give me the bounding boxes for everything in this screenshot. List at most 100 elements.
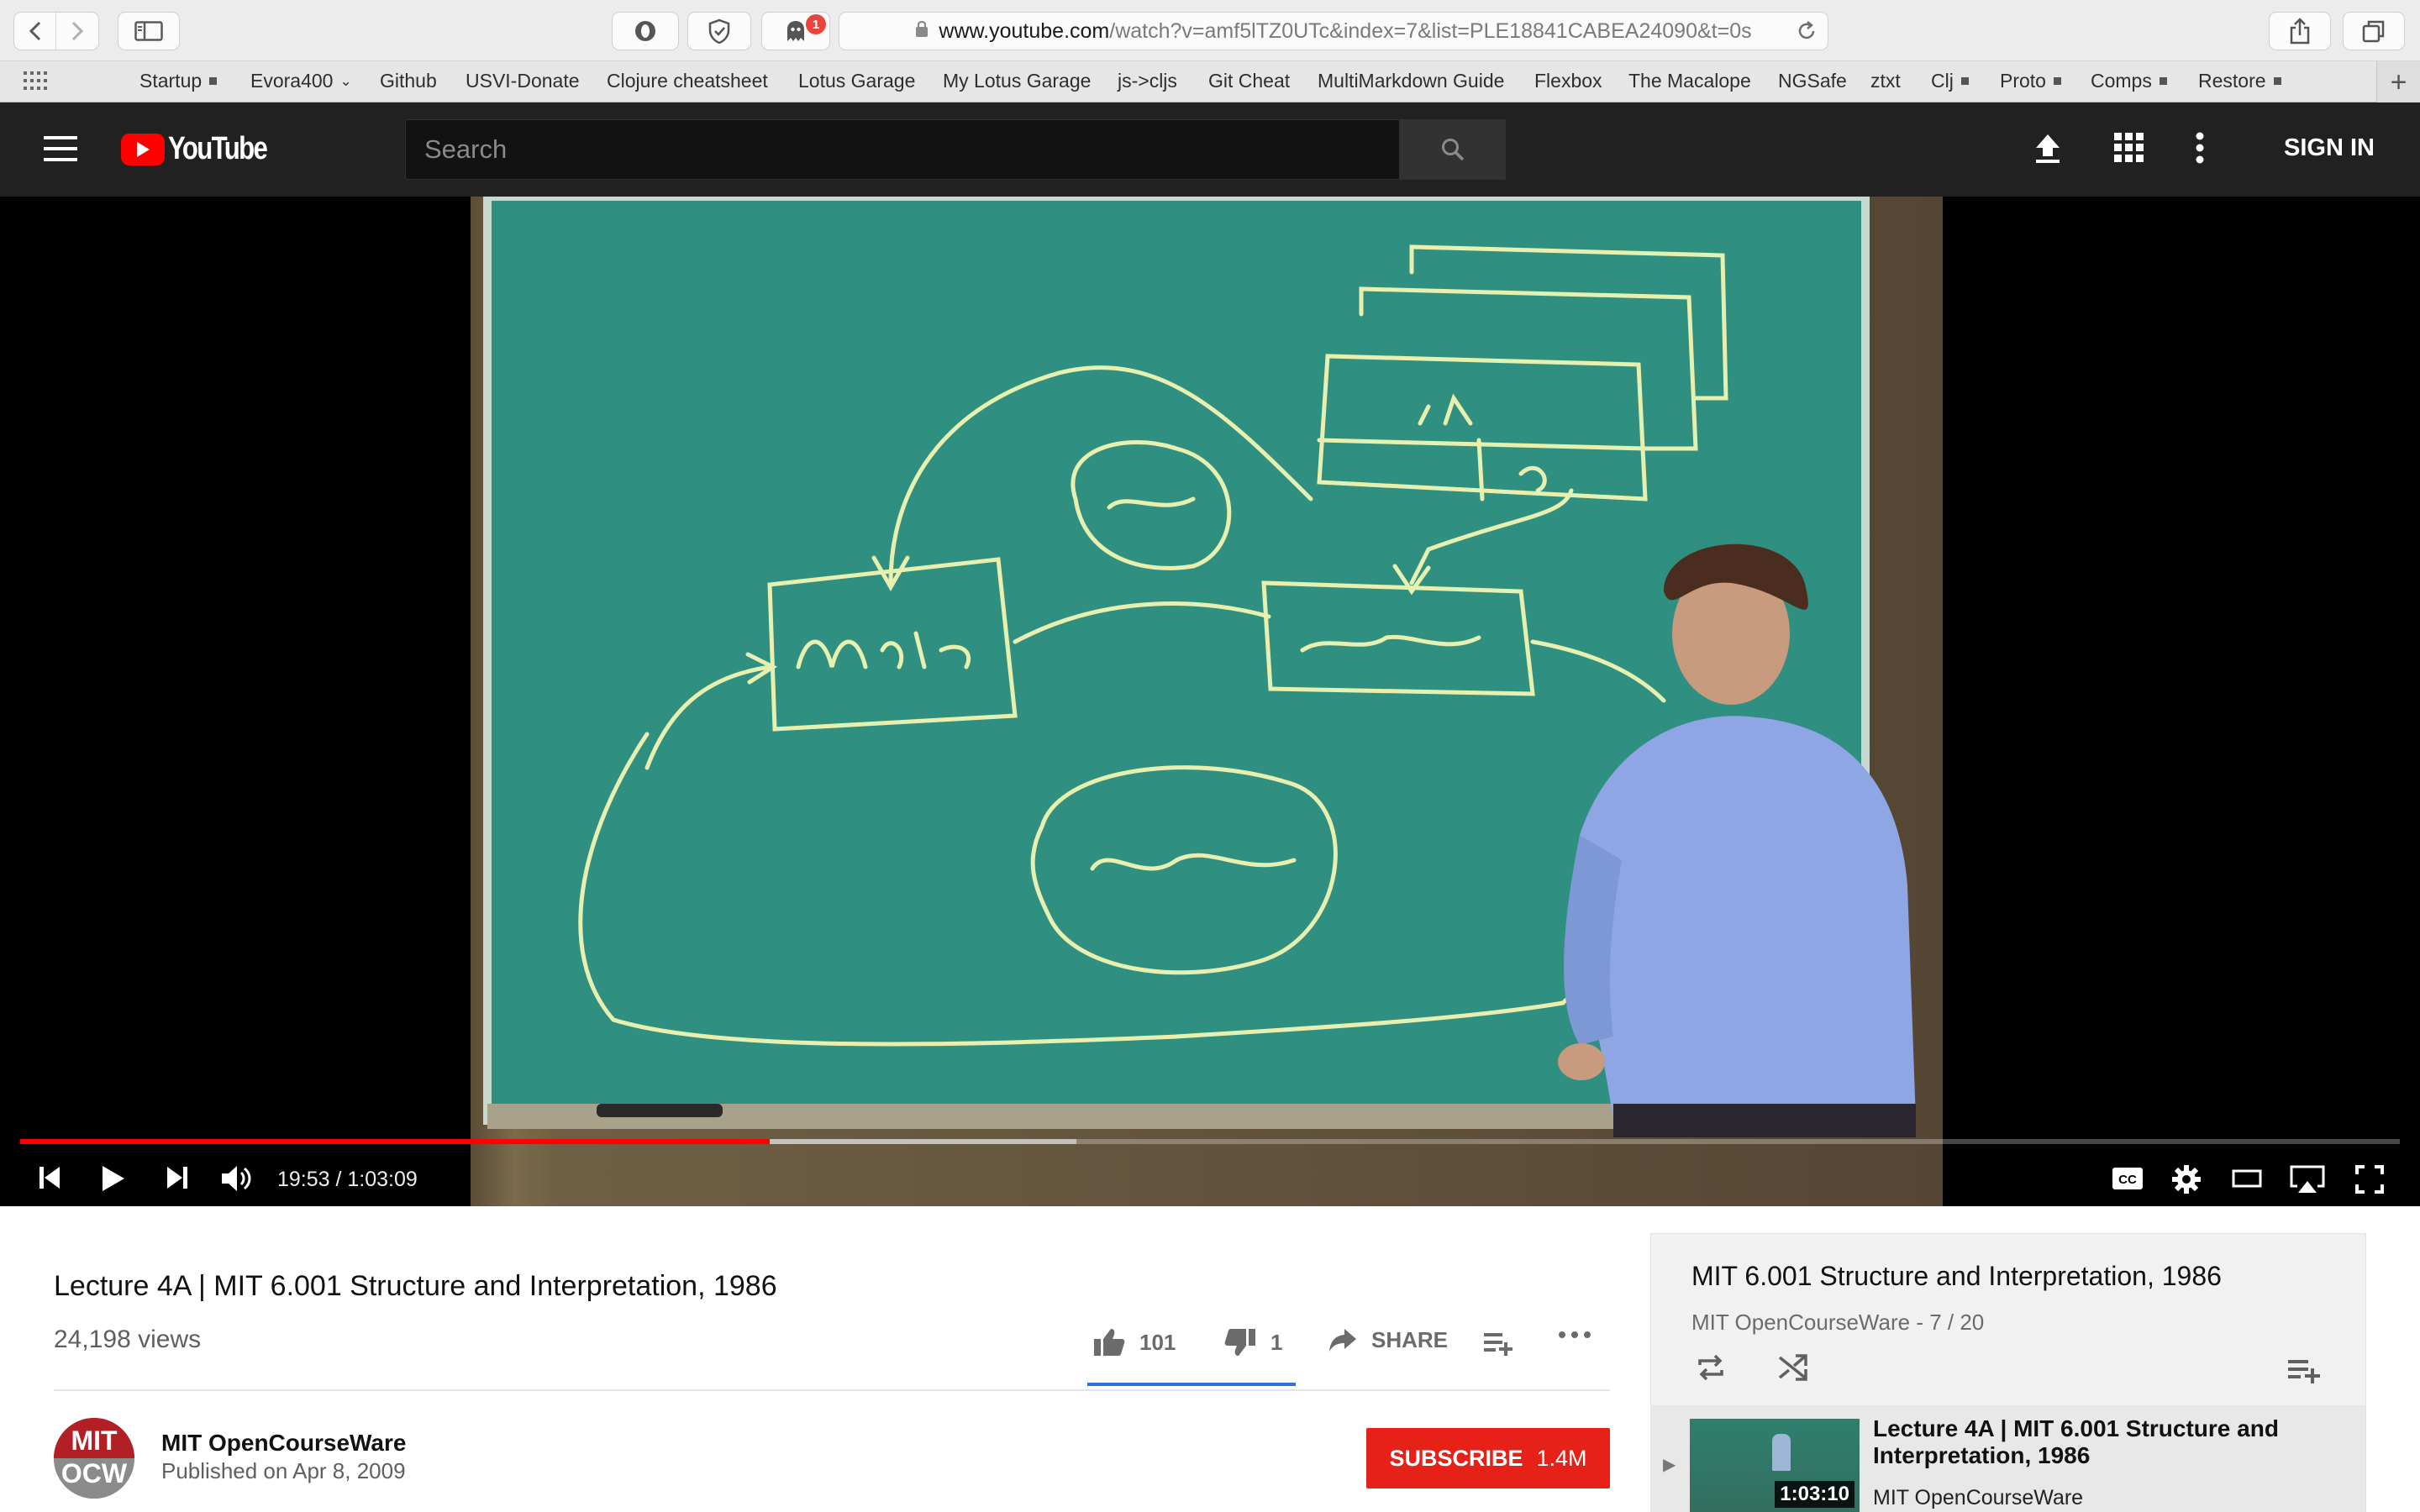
sign-in-button[interactable]: SIGN IN — [2284, 134, 2375, 162]
search-button[interactable] — [1400, 119, 1506, 180]
video-thumbnail[interactable]: 1:03:10 — [1690, 1419, 1860, 1512]
url-path: /watch?v=amf5lTZ0UTc&index=7&list=PLE188… — [1109, 18, 1752, 43]
bookmarks-bar: Startup Evora400 ⌄ Github USVI-Donate Clo… — [0, 60, 2420, 103]
forward-button[interactable] — [56, 13, 98, 50]
back-button[interactable] — [14, 13, 56, 50]
bookmark-item[interactable]: The Macalope — [1628, 70, 1751, 92]
playlist-add-icon — [1484, 1333, 1512, 1356]
menu-icon[interactable] — [44, 136, 77, 163]
bookmark-item[interactable]: ztxt — [1870, 70, 1901, 92]
fullscreen-icon[interactable] — [2354, 1164, 2385, 1194]
bookmark-item[interactable]: Clj — [1931, 70, 1969, 92]
chevron-right-icon — [71, 21, 84, 41]
bookmark-item[interactable]: Evora400 ⌄ — [250, 70, 352, 92]
bookmark-item[interactable]: USVI-Donate — [466, 70, 580, 92]
dislike-count: 1 — [1270, 1329, 1283, 1355]
chevron-left-icon — [29, 21, 40, 41]
sentiment-bar — [1087, 1383, 1296, 1386]
settings-icon[interactable] — [2171, 1164, 2202, 1194]
play-icon[interactable] — [99, 1164, 126, 1193]
play-logo-icon — [121, 133, 165, 165]
bookmark-item[interactable]: Clojure cheatsheet — [607, 70, 768, 92]
folder-square-icon — [2273, 77, 2281, 85]
next-icon[interactable] — [165, 1164, 190, 1191]
published-date: Published on Apr 8, 2009 — [161, 1458, 406, 1483]
playlist-title[interactable]: MIT 6.001 Structure and Interpretation, … — [1691, 1261, 2222, 1292]
like-button[interactable]: 101 — [1092, 1327, 1176, 1357]
bookmark-item[interactable]: Git Cheat — [1208, 70, 1290, 92]
bookmark-item[interactable]: NGSafe — [1778, 70, 1847, 92]
extension-button-3[interactable]: 1 — [761, 12, 830, 50]
bookmark-item[interactable]: js->cljs — [1118, 70, 1177, 92]
bookmark-item[interactable]: Lotus Garage — [798, 70, 915, 92]
playlist-save-icon[interactable] — [2286, 1357, 2322, 1383]
avatar-text-top: MIT — [54, 1418, 134, 1458]
add-to-playlist-button[interactable] — [1482, 1331, 1526, 1356]
more-actions-button[interactable] — [1558, 1331, 1605, 1339]
more-vert-icon[interactable] — [2195, 131, 2205, 165]
view-count: 24,198 views — [54, 1326, 202, 1353]
svg-text:CC: CC — [2118, 1173, 2137, 1187]
sidebar-toggle-button[interactable] — [118, 12, 180, 50]
thumbs-down-icon — [1224, 1329, 1255, 1356]
subscribe-label: SUBSCRIBE — [1389, 1445, 1523, 1471]
grid-icon[interactable] — [24, 71, 49, 92]
airplay-icon[interactable] — [2289, 1164, 2326, 1194]
video-player[interactable]: 19:53 / 1:03:09 CC — [0, 197, 2420, 1206]
opera-o-icon — [635, 21, 655, 41]
folder-square-icon — [2053, 77, 2061, 85]
like-count: 101 — [1139, 1329, 1176, 1355]
dislike-button[interactable]: 1 — [1223, 1327, 1282, 1357]
bookmark-item[interactable]: Proto — [2000, 70, 2061, 92]
channel-avatar[interactable]: MIT OCW — [54, 1418, 134, 1499]
ghost-icon — [787, 21, 804, 41]
bookmark-item[interactable]: MultiMarkdown Guide — [1318, 70, 1504, 92]
extension-button-2[interactable] — [687, 12, 751, 50]
search-icon — [1442, 139, 1465, 161]
folder-square-icon — [1960, 77, 1969, 85]
search-field — [405, 119, 1400, 180]
youtube-logo[interactable]: YouTube — [121, 131, 288, 167]
bookmark-item[interactable]: Github — [380, 70, 437, 92]
bookmark-item[interactable]: Restore — [2198, 70, 2281, 92]
progress-played — [20, 1139, 771, 1144]
extension-button-1[interactable] — [612, 12, 679, 50]
address-bar[interactable]: www.youtube.com/watch?v=amf5lTZ0UTc&inde… — [839, 12, 1828, 50]
apps-icon[interactable] — [2112, 131, 2146, 165]
tab-overview-button[interactable] — [2343, 12, 2405, 50]
playlist-item-title: Lecture 4A | MIT 6.001 Structure and Int… — [1873, 1415, 2279, 1468]
volume-icon[interactable] — [220, 1164, 254, 1193]
more-horiz-icon — [1559, 1331, 1591, 1338]
playlist-item-channel: MIT OpenCourseWare — [1873, 1486, 2084, 1509]
channel-name[interactable]: MIT OpenCourseWare — [161, 1430, 406, 1457]
subscribe-button[interactable]: SUBSCRIBE 1.4M — [1366, 1428, 1610, 1488]
thumbs-up-icon — [1094, 1329, 1125, 1356]
upload-icon[interactable] — [2032, 131, 2064, 166]
subscriber-count: 1.4M — [1536, 1445, 1587, 1471]
bookmark-item[interactable]: Startup — [139, 70, 218, 92]
playlist-panel: MIT 6.001 Structure and Interpretation, … — [1650, 1233, 2366, 1512]
bookmark-item[interactable]: My Lotus Garage — [943, 70, 1091, 92]
youtube-masthead: YouTube SIGN IN — [0, 102, 2420, 197]
progress-bar[interactable] — [20, 1139, 2400, 1144]
add-tab-button[interactable]: + — [2376, 61, 2420, 103]
plus-icon: + — [2390, 66, 2407, 98]
sidebar-icon — [134, 21, 163, 41]
logo-text: YouTube — [168, 131, 268, 166]
shuffle-icon[interactable] — [1777, 1353, 1809, 1382]
nav-buttons — [13, 12, 99, 50]
video-content — [483, 197, 1916, 1137]
captions-icon[interactable]: CC — [2111, 1166, 2144, 1191]
theater-mode-icon[interactable] — [2232, 1168, 2262, 1189]
playlist-item[interactable]: ▶ 1:03:10 Lecture 4A | MIT 6.001 Structu… — [1651, 1405, 2365, 1512]
previous-icon[interactable] — [37, 1164, 62, 1191]
share-button[interactable]: SHARE — [1328, 1327, 1448, 1353]
browser-share-button[interactable] — [2269, 12, 2331, 50]
loop-icon[interactable] — [1695, 1353, 1727, 1382]
player-controls: 19:53 / 1:03:09 CC — [0, 1154, 2420, 1206]
time-display: 19:53 / 1:03:09 — [277, 1168, 418, 1191]
search-input[interactable] — [406, 120, 1399, 179]
bookmark-item[interactable]: Comps — [2091, 70, 2167, 92]
reload-icon[interactable] — [1796, 20, 1818, 48]
bookmark-item[interactable]: Flexbox — [1534, 70, 1602, 92]
